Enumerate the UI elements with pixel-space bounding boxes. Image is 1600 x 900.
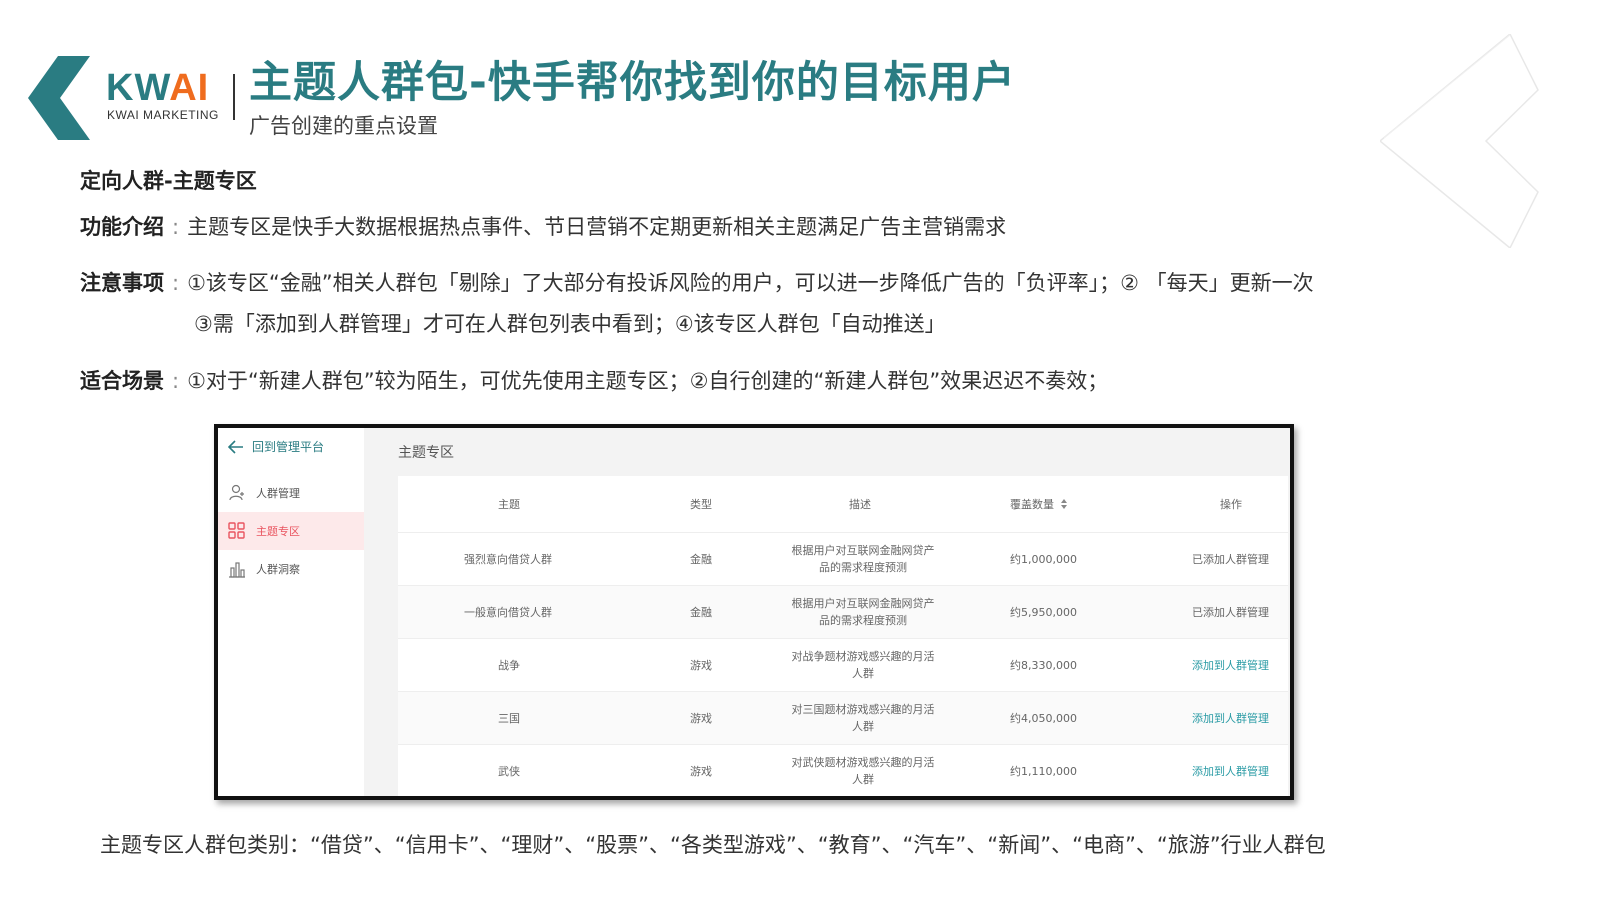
cell-type: 金融 <box>690 553 712 566</box>
scenario-label: 适合场景 <box>80 369 164 393</box>
notes-line-1: ①该专区“金融”相关人群包「剔除」了大部分有投诉风险的用户，可以进一步降低广告的… <box>187 271 1314 295</box>
table-row: 三国 游戏 对三国题材游戏感兴趣的月活人群 约4,050,000 添加到人群管理 <box>398 691 1288 744</box>
cell-theme: 强烈意向借贷人群 <box>464 553 552 566</box>
sidebar-item-audience-insight[interactable]: 人群洞察 <box>218 550 364 588</box>
label-separator: : <box>172 369 180 393</box>
column-header-theme: 主题 <box>498 498 520 511</box>
cell-action-status: 已添加人群管理 <box>1192 553 1269 566</box>
section-title: 定向人群-主题专区 <box>80 169 257 193</box>
cell-theme: 三国 <box>498 712 520 725</box>
cell-description: 根据用户对互联网金融网贷产品的需求程度预测 <box>791 597 935 627</box>
add-to-audience-button[interactable]: 添加到人群管理 <box>1192 657 1269 673</box>
cell-description: 根据用户对互联网金融网贷产品的需求程度预测 <box>791 544 935 574</box>
decorative-diamond-icon <box>1380 34 1539 248</box>
cell-coverage: 约1,000,000 <box>1010 553 1077 566</box>
cell-type: 金融 <box>690 606 712 619</box>
header-divider <box>233 74 235 120</box>
sidebar-item-label: 人群洞察 <box>256 563 300 576</box>
intro-row: 功能介绍: 主题专区是快手大数据根据热点事件、节日营销不定期更新相关主题满足广告主… <box>80 212 1006 242</box>
column-header-description: 描述 <box>849 498 871 511</box>
sidebar-item-label: 主题专区 <box>256 525 300 538</box>
cell-type: 游戏 <box>690 659 712 672</box>
kwai-logo-mark <box>28 56 90 140</box>
cell-action-status: 已添加人群管理 <box>1192 606 1269 619</box>
grid-icon <box>228 522 246 540</box>
cell-description: 对战争题材游戏感兴趣的月活人群 <box>791 650 935 680</box>
add-to-audience-button[interactable]: 添加到人群管理 <box>1192 763 1269 779</box>
app-sidebar: 回到管理平台 人群管理 主题专区 人群洞察 <box>218 428 365 796</box>
logo-text-k: KW <box>106 67 170 109</box>
add-to-audience-button[interactable]: 添加到人群管理 <box>1192 710 1269 726</box>
sidebar-item-theme-zone[interactable]: 主题专区 <box>218 512 364 550</box>
bar-chart-icon <box>228 560 246 578</box>
theme-table: 主题 类型 描述 覆盖数量 操作 强烈意向借贷人群 金融 根据用户对互联网金融网… <box>398 476 1288 796</box>
scenario-row: 适合场景: ①对于“新建人群包”较为陌生，可优先使用主题专区；②自行创建的“新建人… <box>80 366 1108 396</box>
cell-coverage: 约5,950,000 <box>1010 606 1077 619</box>
notes-row: 注意事项: ①该专区“金融”相关人群包「剔除」了大部分有投诉风险的用户，可以进一步… <box>80 268 1314 298</box>
app-content: 主题专区 主题 类型 描述 覆盖数量 操作 强烈意向借贷人群 金融 根据用户对互… <box>364 428 1290 796</box>
content-title: 主题专区 <box>398 445 454 461</box>
sort-icon <box>1061 499 1067 509</box>
back-to-platform-link[interactable]: 回到管理平台 <box>228 438 324 455</box>
cell-theme: 武侠 <box>498 765 520 778</box>
table-row: 战争 游戏 对战争题材游戏感兴趣的月活人群 约8,330,000 添加到人群管理 <box>398 638 1288 691</box>
logo-text-ai: AI <box>169 67 210 109</box>
table-row: 强烈意向借贷人群 金融 根据用户对互联网金融网贷产品的需求程度预测 约1,000… <box>398 532 1288 585</box>
column-header-type: 类型 <box>690 498 712 511</box>
user-add-icon <box>228 484 246 502</box>
page-title: 主题人群包-快手帮你找到你的目标用户 <box>249 58 1016 108</box>
cell-coverage: 约1,110,000 <box>1010 765 1077 778</box>
arrow-left-icon <box>228 439 243 454</box>
cell-theme: 一般意向借贷人群 <box>464 606 552 619</box>
sidebar-item-audience-management[interactable]: 人群管理 <box>218 474 364 512</box>
column-header-action: 操作 <box>1220 498 1242 511</box>
cell-type: 游戏 <box>690 765 712 778</box>
column-header-coverage[interactable]: 覆盖数量 <box>1010 496 1068 512</box>
category-caption: 主题专区人群包类别：“借贷”、“信用卡”、“理财”、“股票”、“各类型游戏”、“… <box>100 833 1326 857</box>
back-label: 回到管理平台 <box>252 440 325 454</box>
cell-coverage: 约4,050,000 <box>1010 712 1077 725</box>
notes-line-2: ③需「添加到人群管理」才可在人群包列表中看到；④该专区人群包「自动推送」 <box>194 312 946 336</box>
embedded-app-screenshot: 回到管理平台 人群管理 主题专区 人群洞察 主题专区 主题 类型 描述 覆盖数量… <box>214 424 1294 800</box>
sidebar-item-label: 人群管理 <box>256 487 300 500</box>
cell-theme: 战争 <box>498 659 520 672</box>
table-row: 一般意向借贷人群 金融 根据用户对互联网金融网贷产品的需求程度预测 约5,950… <box>398 585 1288 638</box>
label-separator: : <box>172 215 180 239</box>
cell-description: 对三国题材游戏感兴趣的月活人群 <box>791 703 935 733</box>
notes-label: 注意事项 <box>80 271 164 295</box>
cell-coverage: 约8,330,000 <box>1010 659 1077 672</box>
label-separator: : <box>172 271 180 295</box>
table-row: 武侠 游戏 对武侠题材游戏感兴趣的月活人群 约1,110,000 添加到人群管理 <box>398 744 1288 796</box>
intro-text: 主题专区是快手大数据根据热点事件、节日营销不定期更新相关主题满足广告主营销需求 <box>187 215 1007 239</box>
cell-type: 游戏 <box>690 712 712 725</box>
scenario-text: ①对于“新建人群包”较为陌生，可优先使用主题专区；②自行创建的“新建人群包”效果… <box>187 369 1109 393</box>
cell-description: 对武侠题材游戏感兴趣的月活人群 <box>791 756 935 786</box>
kwai-logo-text: KWAI <box>106 66 209 110</box>
page-subtitle: 广告创建的重点设置 <box>249 114 438 138</box>
coverage-header-label: 覆盖数量 <box>1010 498 1054 511</box>
intro-label: 功能介绍 <box>80 215 164 239</box>
kwai-marketing-label: KWAI MARKETING <box>107 108 219 122</box>
